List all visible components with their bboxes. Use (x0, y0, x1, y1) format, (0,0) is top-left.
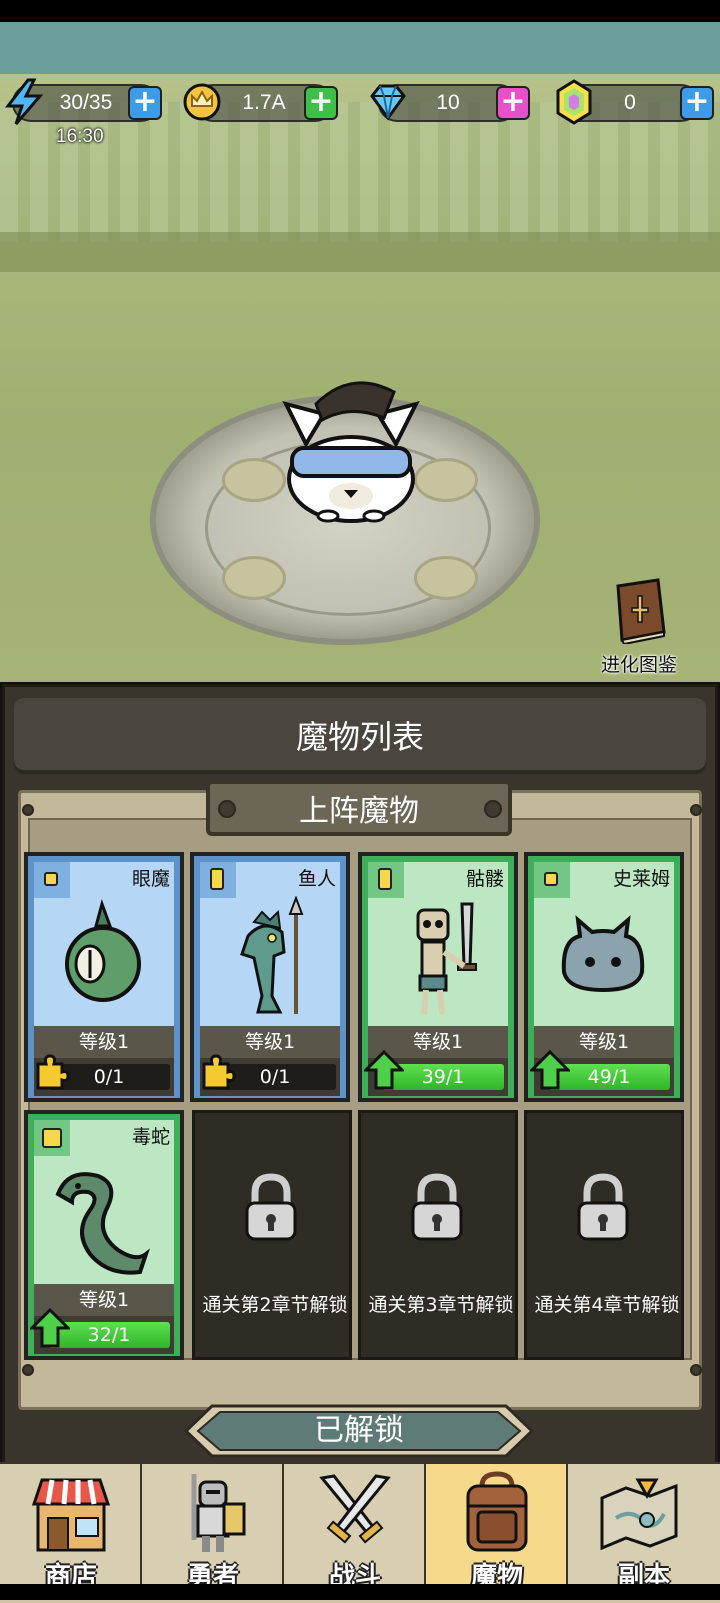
padlock-icon (245, 1173, 297, 1241)
rivet (218, 800, 236, 818)
progress-bar: 49/1 (530, 1050, 674, 1096)
crossed-swords-icon (319, 1474, 391, 1544)
lightning-icon (4, 78, 44, 125)
eye-monster-art (65, 899, 141, 1002)
progress-bar: 0/1 (200, 1054, 340, 1096)
monster-name: 鱼人 (297, 868, 336, 890)
progress-bar: 32/1 (30, 1308, 174, 1354)
nav-hero[interactable]: 勇者 (142, 1464, 284, 1600)
cat-mascot[interactable] (276, 374, 426, 524)
crystal-value: 0 (624, 91, 636, 114)
progress-bar: 39/1 (364, 1050, 508, 1096)
rivet (484, 800, 502, 818)
padlock-icon (577, 1173, 629, 1241)
locked-slot[interactable]: 通关第2章节解锁 (192, 1110, 352, 1360)
snake-art (55, 1172, 151, 1275)
water (0, 22, 720, 74)
nav-dungeon[interactable]: 副本 (568, 1464, 720, 1600)
add-crystal-button[interactable]: + (680, 86, 714, 120)
crown-coin-icon (183, 83, 221, 121)
rarity-gem (34, 862, 70, 898)
rune (414, 556, 478, 600)
add-diamond-button[interactable]: + (496, 86, 530, 120)
monster-card-slime[interactable]: 史莱姆 等级1 49/1 (524, 852, 684, 1102)
system-nav-bar (0, 1584, 720, 1600)
panel-title: 魔物列表 (295, 718, 424, 756)
monster-name: 眼魔 (131, 868, 170, 890)
padlock-icon (411, 1173, 463, 1241)
backpack-icon (466, 1471, 528, 1552)
locked-slot[interactable]: 通关第4章节解锁 (524, 1110, 684, 1360)
puzzle-piece-icon (36, 1054, 70, 1090)
rarity-gem (34, 1120, 70, 1156)
skeleton-art (416, 902, 477, 1015)
energy-timer: 16:30 (56, 126, 104, 147)
monster-card-snake[interactable]: 毒蛇 等级1 32/1 (24, 1110, 184, 1360)
unlocked-button-label: 已解锁 (314, 1413, 404, 1448)
monster-card-eye[interactable]: 眼魔 等级1 0/1 (24, 852, 184, 1102)
add-gold-button[interactable]: + (304, 86, 338, 120)
rarity-gem (534, 862, 570, 898)
status-bar (0, 0, 720, 22)
nav-shop[interactable]: 商店 (0, 1464, 142, 1600)
up-arrow-icon (364, 1050, 404, 1090)
locked-slot[interactable]: 通关第3章节解锁 (358, 1110, 518, 1360)
rarity-gem (368, 862, 404, 898)
monster-name: 毒蛇 (131, 1126, 170, 1148)
add-energy-button[interactable]: + (128, 86, 162, 120)
unlock-condition: 通关第2章节解锁 (202, 1294, 348, 1316)
progress-bar: 0/1 (34, 1054, 174, 1096)
monster-name: 史莱姆 (612, 868, 670, 890)
monster-card-fishman[interactable]: 鱼人 等级1 0/1 (190, 852, 350, 1102)
unlock-condition: 通关第4章节解锁 (534, 1294, 680, 1316)
rivet (690, 804, 702, 816)
nav-monster[interactable]: 魔物 (426, 1464, 568, 1600)
puzzle-piece-icon (202, 1054, 236, 1090)
fishman-art (240, 896, 304, 1014)
unlock-condition: 通关第3章节解锁 (368, 1294, 514, 1316)
forest (0, 102, 720, 242)
rune (222, 556, 286, 600)
evolution-book-label: 进化图鉴 (600, 654, 677, 676)
monster-name: 骷髅 (465, 868, 504, 890)
book-icon (616, 578, 666, 646)
rainbow-crystal-icon (556, 79, 592, 125)
rarity-gem (200, 862, 236, 898)
deployed-title: 上阵魔物 (299, 794, 419, 829)
rivet (22, 1364, 34, 1376)
up-arrow-icon (530, 1050, 570, 1090)
nav-battle[interactable]: 战斗 (284, 1464, 426, 1600)
evolution-book-button[interactable]: 进化图鉴 (596, 578, 682, 677)
slime-art (561, 915, 645, 993)
energy-value: 30/35 (59, 91, 113, 114)
diamond-icon (370, 84, 406, 121)
rivet (22, 804, 34, 816)
shop-icon (31, 1478, 111, 1552)
monster-card-skeleton[interactable]: 骷髅 等级1 39/1 (358, 852, 518, 1102)
map-icon (600, 1478, 678, 1551)
hedge (0, 232, 720, 272)
rivet (690, 1364, 702, 1376)
up-arrow-icon (30, 1308, 70, 1348)
deployed-banner: 上阵魔物 (206, 780, 512, 836)
diamond-value: 10 (436, 91, 460, 114)
knight-icon (191, 1474, 246, 1552)
gold-value: 1.7A (242, 91, 286, 114)
